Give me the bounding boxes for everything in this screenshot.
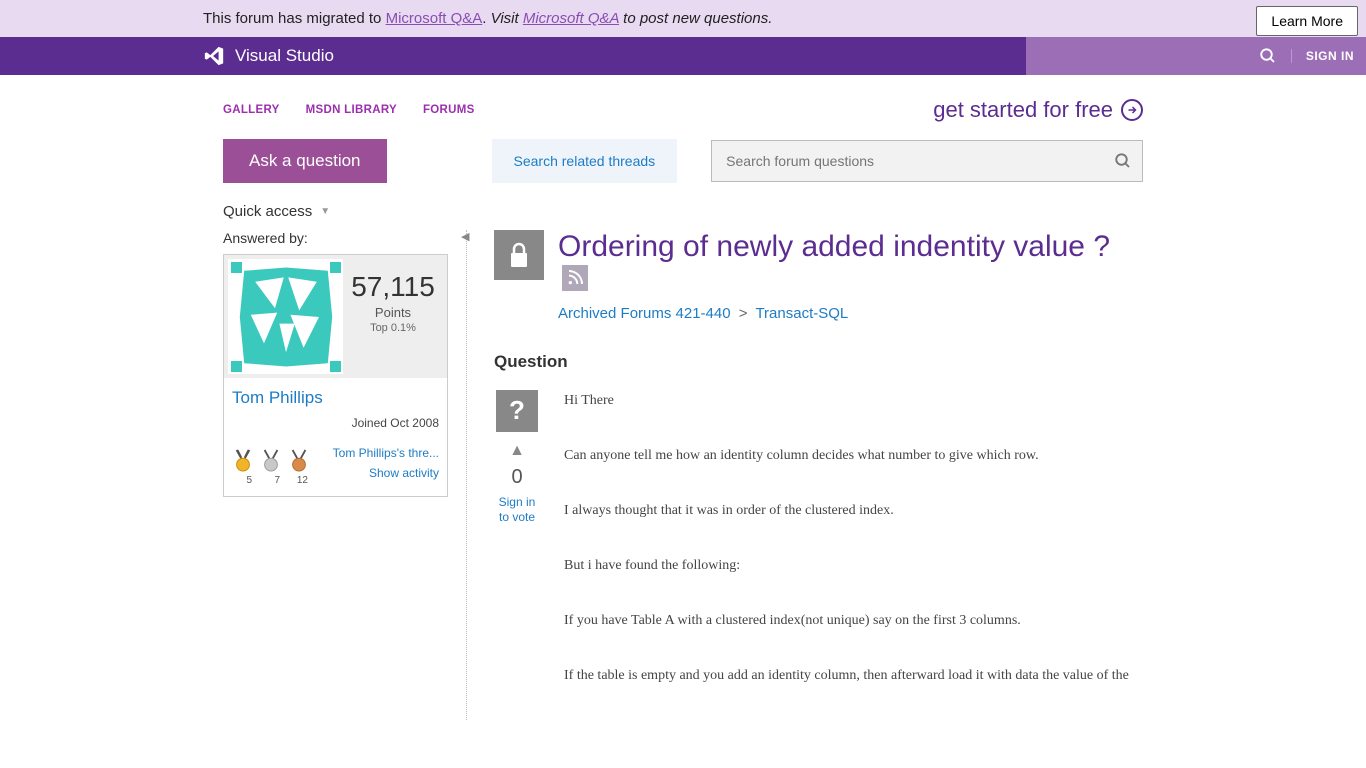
banner-link-qa1[interactable]: Microsoft Q&A <box>386 10 483 27</box>
vote-count: 0 <box>494 466 540 489</box>
question-post: ? ▲ 0 Sign in to vote Hi There Can anyon… <box>494 390 1143 720</box>
nav-row: GALLERY MSDN LIBRARY FORUMS get started … <box>203 75 1163 131</box>
post-body: Hi There Can anyone tell me how an ident… <box>564 390 1143 720</box>
search-icon[interactable] <box>1259 47 1277 65</box>
topbar-right: SIGN IN <box>1026 37 1366 75</box>
answered-by-label: Answered by: <box>223 230 448 246</box>
nav-gallery[interactable]: GALLERY <box>223 104 280 116</box>
ask-question-button[interactable]: Ask a question <box>223 139 387 183</box>
vote-column: ? ▲ 0 Sign in to vote <box>494 390 540 720</box>
profile-stats: 57,115 Points Top 0.1% <box>343 259 443 374</box>
nav-msdn[interactable]: MSDN LIBRARY <box>306 104 397 116</box>
content: GALLERY MSDN LIBRARY FORUMS get started … <box>203 75 1163 720</box>
breadcrumb-forum[interactable]: Archived Forums 421-440 <box>558 305 731 322</box>
sign-in-link[interactable]: SIGN IN <box>1291 49 1354 63</box>
post-p4: But i have found the following: <box>564 555 1143 576</box>
search-related-button[interactable]: Search related threads <box>492 139 678 183</box>
profile-card: 57,115 Points Top 0.1% Tom Phillips Join… <box>223 254 448 497</box>
sidebar-divider: ◀ <box>466 230 476 720</box>
brand-label: Visual Studio <box>235 46 334 66</box>
medal-bronze: 12 <box>288 448 310 486</box>
post-p5: If you have Table A with a clustered ind… <box>564 610 1143 631</box>
breadcrumb-topic[interactable]: Transact-SQL <box>755 305 848 322</box>
rss-icon <box>567 270 583 286</box>
collapse-arrow-icon[interactable]: ◀ <box>461 230 469 243</box>
thread-area: Ordering of newly added indentity value … <box>494 230 1143 720</box>
post-p3: I always thought that it was in order of… <box>564 500 1143 521</box>
avatar-image <box>231 262 341 372</box>
visual-studio-icon <box>203 45 225 67</box>
get-started-label: get started for free <box>933 97 1113 123</box>
search-input[interactable] <box>722 145 1114 177</box>
top-percent: Top 0.1% <box>347 322 439 334</box>
medals: 5 7 12 <box>232 448 310 486</box>
points-value: 57,115 <box>347 271 439 303</box>
breadcrumb-sep: > <box>739 305 748 322</box>
question-label: Question <box>494 352 1143 372</box>
sidebar: Answered by: <box>223 230 448 720</box>
post-p2: Can anyone tell me how an identity colum… <box>564 445 1143 466</box>
lock-icon <box>507 241 531 269</box>
action-row: Ask a question Search related threads <box>203 131 1163 201</box>
chevron-down-icon: ▼ <box>320 206 330 217</box>
sign-in-to-vote-link[interactable]: Sign in to vote <box>494 495 540 526</box>
breadcrumb: Archived Forums 421-440 > Transact-SQL <box>558 305 1143 322</box>
profile-links: Tom Phillips's thre... Show activity <box>333 446 439 486</box>
upvote-button[interactable]: ▲ <box>494 442 540 460</box>
avatar[interactable] <box>228 259 343 374</box>
nav-forums[interactable]: FORUMS <box>423 104 475 116</box>
post-p1: Hi There <box>564 390 1143 411</box>
points-label: Points <box>347 305 439 320</box>
medal-silver: 7 <box>260 448 282 486</box>
top-bar: Visual Studio SIGN IN <box>0 37 1366 75</box>
quick-access-dropdown[interactable]: Quick access ▼ <box>203 201 1163 230</box>
profile-threads-link[interactable]: Tom Phillips's thre... <box>333 446 439 460</box>
post-p6: If the table is empty and you add an ide… <box>564 665 1143 686</box>
thread-title: Ordering of newly added indentity value … <box>558 230 1110 263</box>
banner-link-qa2[interactable]: Microsoft Q&A <box>523 10 619 27</box>
lock-icon-box <box>494 230 544 280</box>
question-mark-icon: ? <box>496 390 538 432</box>
quick-access-label: Quick access <box>223 203 312 220</box>
search-submit-icon[interactable] <box>1114 152 1132 170</box>
medal-gold-icon <box>232 448 254 474</box>
search-box <box>711 140 1143 182</box>
profile-activity-link[interactable]: Show activity <box>333 466 439 480</box>
joined-date: Joined Oct 2008 <box>224 412 447 440</box>
medal-bronze-icon <box>288 448 310 474</box>
migration-banner: This forum has migrated to Microsoft Q&A… <box>0 0 1366 37</box>
migration-text: This forum has migrated to Microsoft Q&A… <box>203 10 772 27</box>
arrow-right-circle-icon <box>1121 99 1143 121</box>
get-started-link[interactable]: get started for free <box>933 97 1143 123</box>
brand[interactable]: Visual Studio <box>203 45 334 67</box>
medal-gold: 5 <box>232 448 254 486</box>
learn-more-button[interactable]: Learn More <box>1256 6 1358 36</box>
medal-silver-icon <box>260 448 282 474</box>
thread-header: Ordering of newly added indentity value … <box>494 230 1143 291</box>
main-area: Answered by: <box>203 230 1163 720</box>
profile-name-link[interactable]: Tom Phillips <box>224 378 447 412</box>
banner-prefix: This forum has migrated to <box>203 10 386 27</box>
rss-button[interactable] <box>562 265 588 291</box>
nav-links: GALLERY MSDN LIBRARY FORUMS <box>223 104 475 116</box>
